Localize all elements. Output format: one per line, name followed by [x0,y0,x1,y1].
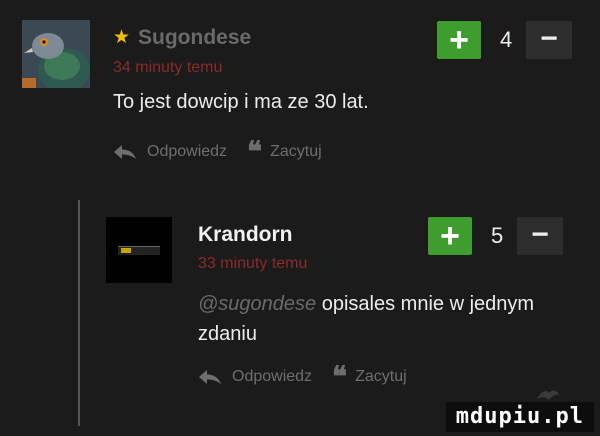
comment-actions: Odpowiedz ❝ Zacytuj [113,135,322,168]
comment-time[interactable]: 33 minuty temu [198,254,307,274]
quote-link[interactable]: ❝ Zacytuj [227,135,322,168]
quote-icon: ❝ [247,135,263,168]
thread-line [78,200,80,426]
upvote-button[interactable]: + [428,217,472,255]
quote-label: Zacytuj [270,143,322,160]
watermark-logo: mdupiu.pl [445,402,594,432]
reply-arrow-icon [199,370,221,384]
star-icon: ★ [113,27,131,48]
reply-label: Odpowiedz [232,368,313,385]
comment-body: @sugondese opisales mnie w jednym zdaniu [198,289,578,349]
downvote-button[interactable]: − [517,217,563,255]
comment-time[interactable]: 34 minuty temu [113,58,222,78]
comment-body: To jest dowcip i ma ze 30 lat. [113,91,369,113]
reply-link[interactable]: Odpowiedz [198,367,312,387]
vote-score: 5 [491,223,504,248]
pigeon-image [22,20,90,88]
quote-icon: ❝ [332,360,348,393]
downvote-button[interactable]: − [526,21,572,59]
avatar-pigeon[interactable] [22,20,90,88]
comment-author[interactable]: Krandorn [198,222,293,248]
reply-link[interactable]: Odpowiedz [113,142,227,162]
quote-label: Zacytuj [355,368,407,385]
avatar-krandorn[interactable] [106,217,172,283]
upvote-button[interactable]: + [437,21,481,59]
comment-author[interactable]: Sugondese [138,25,251,51]
reply-label: Odpowiedz [147,143,228,160]
watermark-bird-icon [537,390,559,400]
vote-score: 4 [500,27,513,52]
mention-link[interactable]: @sugondese [198,293,316,315]
quote-link[interactable]: ❝ Zacytuj [312,360,407,393]
avatar-badge-image [118,246,160,255]
reply-arrow-icon [114,145,136,159]
comment-actions: Odpowiedz ❝ Zacytuj [198,360,407,393]
